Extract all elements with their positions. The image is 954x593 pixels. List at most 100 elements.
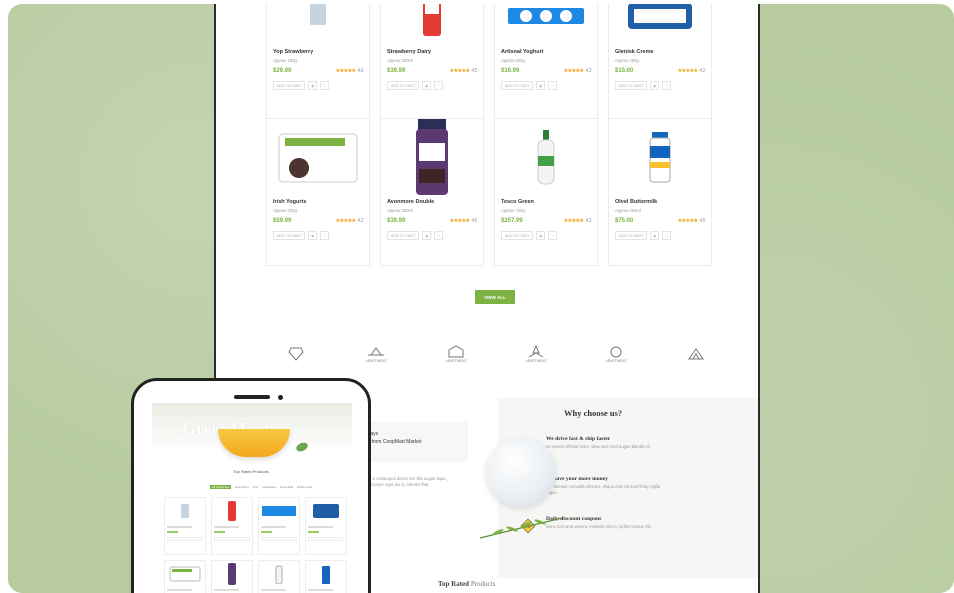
- product-image: [615, 119, 705, 197]
- product-name: Glenisk Creme: [615, 49, 654, 55]
- product-card[interactable]: Strawberry Dairy Approx 500ml $39.99 ★★★★…: [380, 4, 484, 136]
- product-image: [501, 119, 591, 197]
- product-name: Olvel Buttermilk: [615, 199, 658, 205]
- rating-stars: ★★★★★ 4.2: [335, 218, 364, 224]
- mini-product-card[interactable]: [305, 497, 347, 555]
- cream-jar-image: [486, 437, 556, 507]
- newsletter-body: tanc, vi consequat dictus nisi tilla aug…: [362, 476, 447, 487]
- product-card[interactable]: Tesco Green Approx 700g $257.99 ★★★★★ 4.3 …: [494, 118, 598, 266]
- rating-stars: ★★★★★ 4.6: [335, 68, 364, 74]
- brand-logos: APARTMENT APARTMENT APARTMENT APARTMENT: [276, 342, 716, 366]
- tab[interactable]: Everything: [235, 485, 248, 489]
- mini-product-card[interactable]: [164, 497, 206, 555]
- product-price: $75.00: [615, 218, 634, 224]
- product-size: Approx 284ml: [615, 208, 641, 213]
- rating-stars: ★★★★★ 4.2: [677, 68, 706, 74]
- view-all-button[interactable]: VIEW ALL: [475, 290, 515, 304]
- product-price: $257.99: [501, 218, 523, 224]
- product-image: [615, 4, 705, 47]
- mini-product-card[interactable]: [258, 497, 300, 555]
- product-price: $29.99: [273, 68, 292, 74]
- product-price: $39.99: [387, 218, 406, 224]
- brand-logo-apartment[interactable]: APARTMENT: [516, 342, 556, 366]
- add-to-cart-button[interactable]: ADD TO CART: [615, 231, 648, 240]
- mini-product-card[interactable]: [211, 497, 253, 555]
- product-price: $39.99: [387, 68, 406, 74]
- product-price: $59.99: [273, 218, 292, 224]
- wishlist-icon[interactable]: ♡: [548, 81, 558, 90]
- quick-view-icon[interactable]: ◉: [422, 81, 432, 90]
- product-size: Approx 500ml: [387, 58, 413, 63]
- brand-logo-apartment[interactable]: APARTMENT: [436, 342, 476, 366]
- product-name: Avonmore Double: [387, 199, 435, 205]
- tab[interactable]: Vegetables: [262, 485, 276, 489]
- product-card[interactable]: Artisnal Yoghurt Approx 500g $19.99 ★★★★★…: [494, 4, 598, 136]
- rating-stars: ★★★★★ 4.5: [449, 68, 478, 74]
- mini-product-card[interactable]: [211, 560, 253, 593]
- add-to-cart-button[interactable]: ADD TO CART: [273, 231, 306, 240]
- fruit-bowl-image: [218, 429, 290, 457]
- product-name: Yop Strawberry: [273, 49, 314, 55]
- add-to-cart-button[interactable]: ADD TO CART: [501, 231, 534, 240]
- tab[interactable]: Drinks Juice: [297, 485, 312, 489]
- product-card[interactable]: Olvel Buttermilk Approx 284ml $75.00 ★★★★…: [608, 118, 712, 266]
- product-image: [501, 4, 591, 47]
- product-image: [387, 119, 477, 197]
- quick-view-icon[interactable]: ◉: [650, 81, 660, 90]
- rating-stars: ★★★★★ 4.5: [677, 218, 706, 224]
- quick-view-icon[interactable]: ◉: [650, 231, 660, 240]
- wishlist-icon[interactable]: ♡: [662, 231, 672, 240]
- add-to-cart-button[interactable]: ADD TO CART: [387, 81, 420, 90]
- tab-all[interactable]: All Categories: [210, 485, 232, 489]
- category-tabs: All Categories Everything Fruit Vegetabl…: [210, 485, 312, 489]
- brand-logo-apartment[interactable]: APARTMENT: [356, 342, 396, 366]
- product-image: [273, 119, 363, 197]
- add-to-cart-button[interactable]: ADD TO CART: [615, 81, 648, 90]
- mini-product-card[interactable]: [164, 560, 206, 593]
- product-card[interactable]: Yop Strawberry Approx 160g $29.99 ★★★★★ 4.…: [266, 4, 370, 136]
- add-to-cart-button[interactable]: ADD TO CART: [273, 81, 306, 90]
- product-price: $15.00: [615, 68, 634, 74]
- quick-view-icon[interactable]: ◉: [536, 231, 546, 240]
- wishlist-icon[interactable]: ♡: [434, 231, 444, 240]
- wishlist-icon[interactable]: ♡: [320, 231, 330, 240]
- brand-logo-apartment[interactable]: APARTMENT: [596, 342, 636, 366]
- product-size: Approx 500g: [501, 58, 525, 63]
- brand-logo-crest[interactable]: [676, 342, 716, 366]
- wishlist-icon[interactable]: ♡: [320, 81, 330, 90]
- top-rated-heading: Top Rated Products: [438, 580, 496, 588]
- rating-stars: ★★★★★ 4.6: [449, 218, 478, 224]
- quick-view-icon[interactable]: ◉: [422, 231, 432, 240]
- mini-product-card[interactable]: [305, 560, 347, 593]
- product-card[interactable]: Avonmore Double Approx 250ml $39.99 ★★★★★…: [380, 118, 484, 266]
- tab[interactable]: Fresh Milk: [280, 485, 293, 489]
- wishlist-icon[interactable]: ♡: [662, 81, 672, 90]
- brand-logo-shield[interactable]: [276, 342, 316, 366]
- product-name: Artisnal Yoghurt: [501, 49, 544, 55]
- quick-view-icon[interactable]: ◉: [308, 231, 318, 240]
- product-card[interactable]: Irish Yogurts Approx 200g $59.99 ★★★★★ 4.2…: [266, 118, 370, 266]
- product-name: Strawberry Dairy: [387, 49, 432, 55]
- phone-mockup: GreenMart Top Rated Products All Categor…: [131, 378, 371, 593]
- rating-stars: ★★★★★ 4.3: [563, 68, 592, 74]
- product-size: Approx 250ml: [387, 208, 413, 213]
- phone-camera-icon: [278, 395, 283, 400]
- product-grid-row2: Irish Yogurts Approx 200g $59.99 ★★★★★ 4.2…: [266, 118, 716, 266]
- add-to-cart-button[interactable]: ADD TO CART: [501, 81, 534, 90]
- product-card[interactable]: Glenisk Creme Approx 250g $15.00 ★★★★★ 4.2…: [608, 4, 712, 136]
- mini-product-card[interactable]: [258, 560, 300, 593]
- showcase-background: Yop Strawberry Approx 160g $29.99 ★★★★★ 4.…: [8, 4, 954, 593]
- tab[interactable]: Fruit: [253, 485, 259, 489]
- quick-view-icon[interactable]: ◉: [536, 81, 546, 90]
- product-grid-row1: Yop Strawberry Approx 160g $29.99 ★★★★★ 4.…: [266, 4, 716, 136]
- newsletter-line1: ry days: [362, 431, 379, 437]
- wishlist-icon[interactable]: ♡: [434, 81, 444, 90]
- add-to-cart-button[interactable]: ADD TO CART: [387, 231, 420, 240]
- product-size: Approx 200g: [273, 208, 297, 213]
- product-image: [387, 4, 477, 47]
- quick-view-icon[interactable]: ◉: [308, 81, 318, 90]
- product-size: Approx 160g: [273, 58, 297, 63]
- product-name: Irish Yogurts: [273, 199, 307, 205]
- wishlist-icon[interactable]: ♡: [548, 231, 558, 240]
- newsletter-line2: ries from CoopMart Market: [362, 439, 422, 445]
